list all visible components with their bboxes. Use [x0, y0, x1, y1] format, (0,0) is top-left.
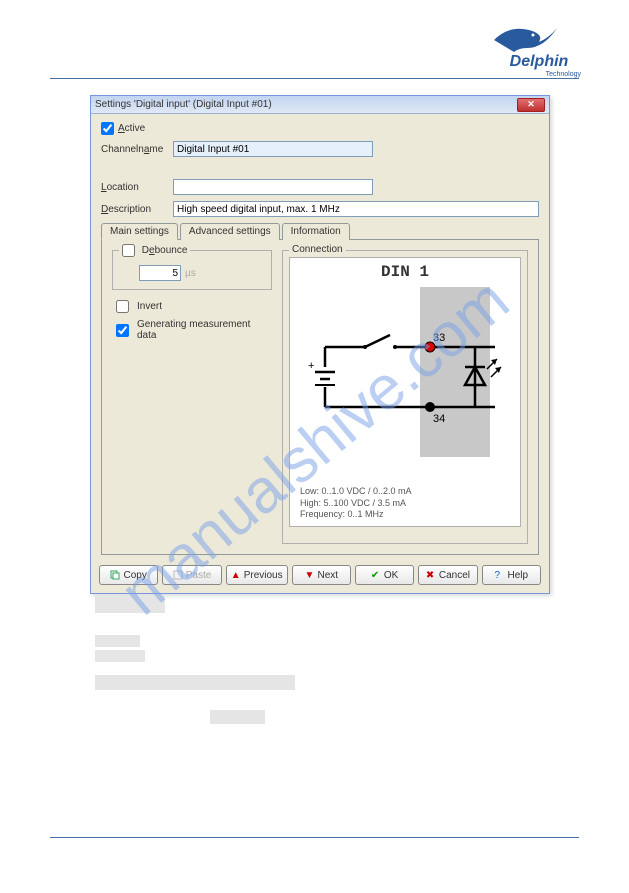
pin-top-label: 33 — [433, 332, 445, 344]
close-button[interactable]: ✕ — [517, 98, 545, 112]
connection-title: DIN 1 — [290, 263, 520, 281]
close-icon: ✕ — [527, 99, 535, 110]
invert-label: Invert — [137, 301, 162, 312]
brand-sub: Technology — [489, 71, 589, 78]
location-input[interactable] — [173, 179, 373, 195]
brand-logo: Delphin Technology — [489, 20, 589, 75]
location-label: Location — [101, 182, 173, 193]
debounce-label: Debounce — [142, 245, 188, 256]
pin-bottom-label: 34 — [433, 413, 445, 425]
tabs: Main settings Advanced settings Informat… — [101, 223, 539, 555]
connection-group: Connection DIN 1 — [282, 250, 528, 544]
redacted-block — [95, 650, 145, 662]
redacted-block — [95, 675, 295, 690]
brand-name: Delphin — [489, 53, 589, 71]
arrow-up-icon: ▲ — [231, 570, 241, 580]
previous-button[interactable]: ▲ Previous — [226, 565, 288, 585]
x-icon: ✖ — [426, 570, 436, 580]
channelname-input[interactable] — [173, 141, 373, 157]
spec-high: High: 5..100 VDC / 3.5 mA — [300, 498, 510, 510]
tab-advanced[interactable]: Advanced settings — [180, 223, 280, 240]
spec-freq: Frequency: 0..1 MHz — [300, 509, 510, 521]
schematic-diagram: + — [295, 287, 515, 457]
dialog-title: Settings 'Digital input' (Digital Input … — [95, 99, 272, 110]
copy-button[interactable]: Copy — [99, 565, 158, 585]
spec-low: Low: 0..1.0 VDC / 0..2.0 mA — [300, 486, 510, 498]
cancel-button[interactable]: ✖ Cancel — [418, 565, 477, 585]
rule-top — [50, 78, 579, 79]
titlebar: Settings 'Digital input' (Digital Input … — [91, 96, 549, 114]
button-row: Copy Paste ▲ Previous ▼ Next ✔ OK ✖ — [91, 559, 549, 593]
generate-checkbox[interactable] — [116, 324, 129, 337]
debounce-checkbox[interactable] — [122, 244, 135, 257]
description-input[interactable] — [173, 201, 539, 217]
tab-info[interactable]: Information — [282, 223, 350, 240]
settings-dialog: Settings 'Digital input' (Digital Input … — [90, 95, 550, 594]
svg-text:+: + — [308, 360, 314, 372]
paste-button[interactable]: Paste — [162, 565, 221, 585]
tab-main[interactable]: Main settings — [101, 223, 178, 240]
redacted-block — [95, 635, 140, 647]
form-body: Active Channelname Location Description … — [91, 114, 549, 559]
channelname-label: Channelname — [101, 144, 173, 155]
debounce-group: Debounce µs — [112, 250, 272, 290]
connection-specs: Low: 0..1.0 VDC / 0..2.0 mA High: 5..100… — [290, 482, 520, 526]
help-icon: ? — [495, 570, 505, 580]
tab-content-main: Debounce µs Invert — [101, 239, 539, 555]
redacted-block — [210, 710, 265, 724]
rule-bottom — [50, 837, 579, 838]
arrow-down-icon: ▼ — [304, 570, 314, 580]
debounce-input[interactable] — [139, 265, 181, 281]
active-checkbox[interactable] — [101, 122, 114, 135]
invert-checkbox[interactable] — [116, 300, 129, 313]
connection-legend: Connection — [289, 244, 346, 255]
generate-label: Generating measurement data — [137, 319, 272, 341]
check-icon: ✔ — [371, 570, 381, 580]
document-page: Delphin Technology manualshive.com Setti… — [0, 0, 629, 893]
debounce-unit: µs — [185, 268, 196, 279]
connection-panel: DIN 1 — [289, 257, 521, 527]
redacted-block — [95, 595, 165, 613]
description-label: Description — [101, 204, 173, 215]
paste-icon — [173, 570, 183, 580]
next-button[interactable]: ▼ Next — [292, 565, 351, 585]
help-button[interactable]: ? Help — [482, 565, 541, 585]
ok-button[interactable]: ✔ OK — [355, 565, 414, 585]
active-label: ctive — [125, 123, 146, 134]
copy-icon — [110, 570, 120, 580]
